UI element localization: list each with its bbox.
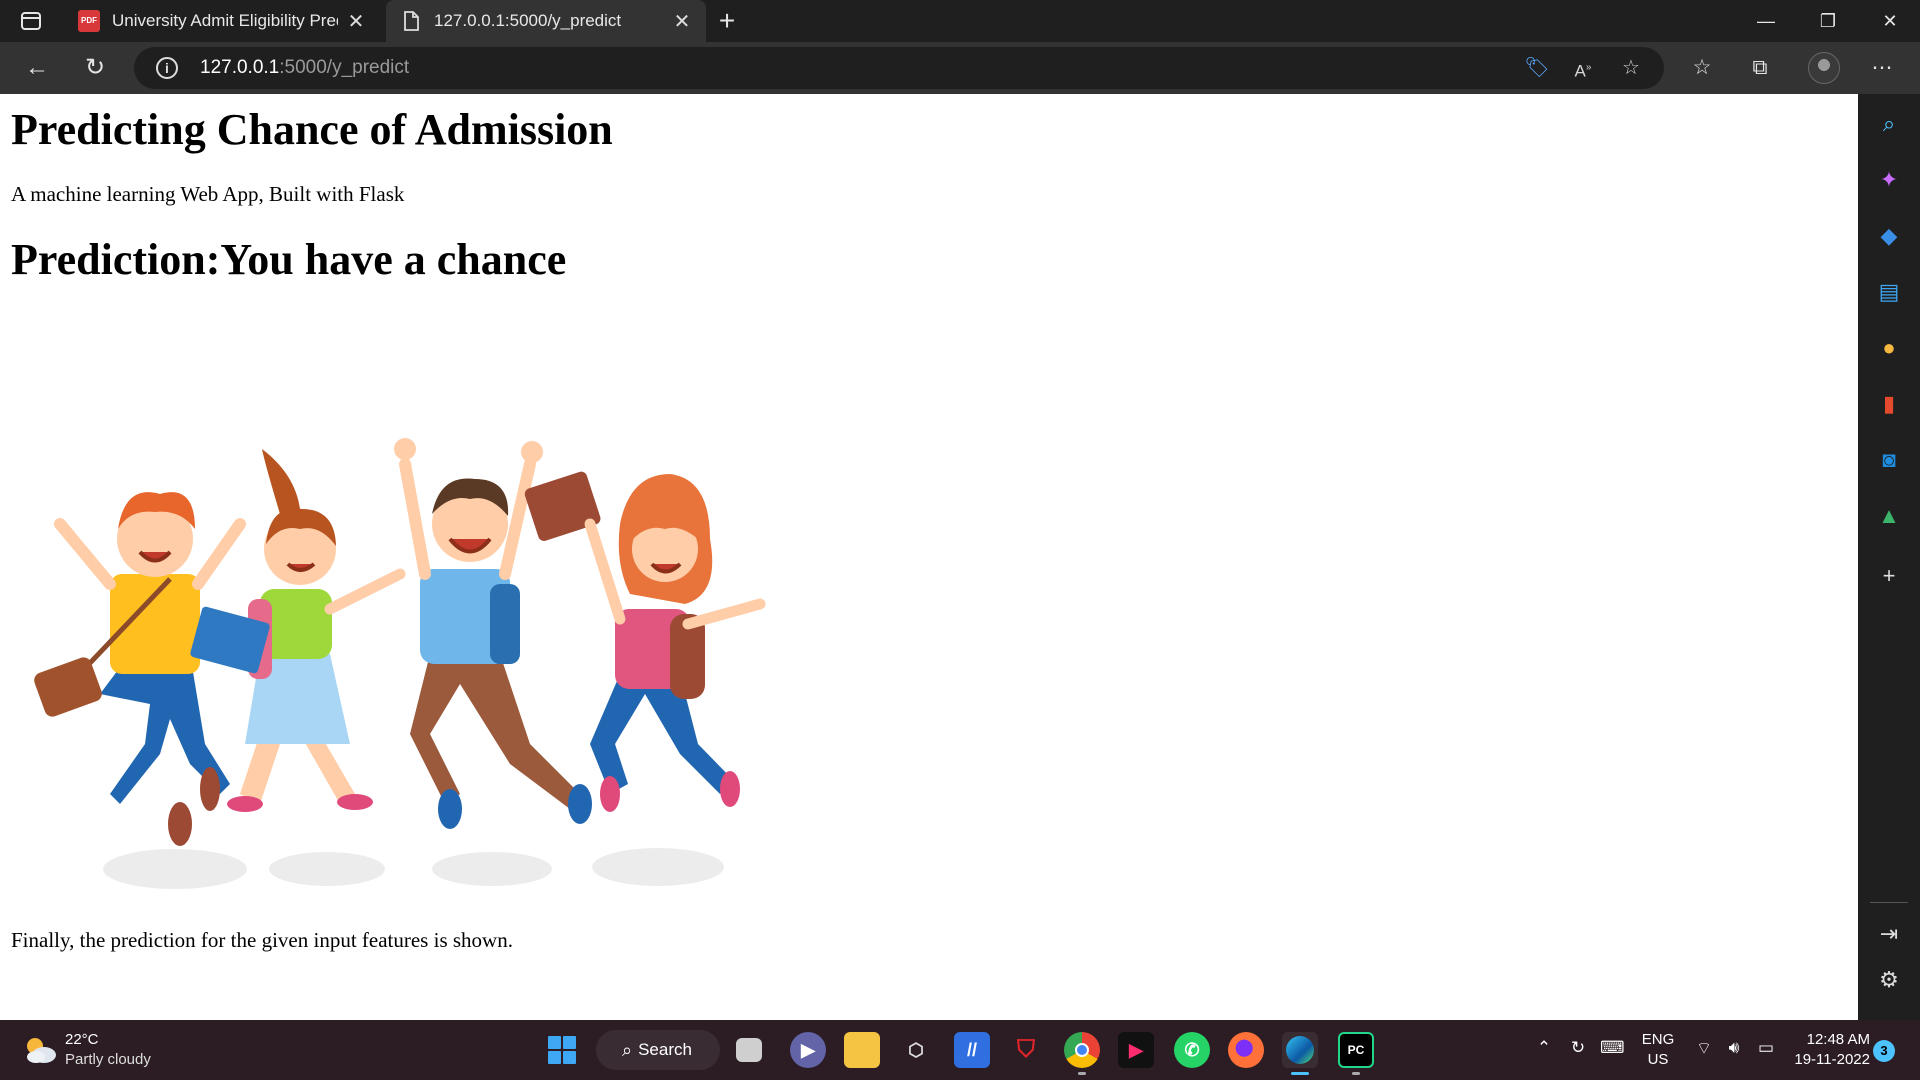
task-view-icon[interactable] (736, 1038, 762, 1062)
tab-y-predict[interactable]: 127.0.0.1:5000/y_predict ✕ (386, 0, 706, 42)
system-clock[interactable]: 12:48 AM 19-11-2022 (1790, 1030, 1870, 1070)
unity-icon[interactable]: ⬡ (898, 1032, 934, 1068)
search-icon[interactable]: ⌕ (1875, 110, 1903, 138)
prediction-result: Prediction:You have a chance (11, 235, 567, 284)
split-screen-icon[interactable]: ⇥ (1875, 920, 1903, 948)
running-indicator (1078, 1072, 1086, 1075)
file-explorer-icon[interactable] (844, 1032, 880, 1068)
pycharm-icon[interactable]: PC (1338, 1032, 1374, 1068)
copilot-icon[interactable]: ✦ (1875, 166, 1903, 194)
happy-students-illustration (34, 438, 766, 889)
show-hidden-icons[interactable]: ⌃ (1532, 1038, 1556, 1058)
tab-title: 127.0.0.1:5000/y_predict (434, 11, 622, 30)
weather-temperature[interactable]: 22°C (65, 1031, 99, 1048)
sync-icon[interactable]: ↻ (1566, 1038, 1590, 1058)
site-info-icon[interactable]: i (156, 57, 178, 79)
new-tab-icon[interactable]: + (716, 7, 738, 35)
shopping-icon[interactable]: ◆ (1875, 222, 1903, 250)
page-subtitle: A machine learning Web App, Built with F… (11, 182, 405, 206)
add-favorite-icon[interactable]: ☆ (1618, 55, 1644, 81)
refresh-icon[interactable]: ↻ (80, 53, 110, 83)
read-aloud-icon[interactable]: A» (1570, 55, 1596, 81)
tab-title: University Admit Eligibility Predic (112, 11, 338, 30)
footer-note: Finally, the prediction for the given in… (11, 928, 513, 952)
edge-sidebar: ⌕ ✦ ◆ ▤ ● ▮ ◙ ▲ + ⇥ ⚙ (1858, 94, 1920, 1020)
tab-admit-eligibility[interactable]: PDF University Admit Eligibility Predic … (64, 0, 380, 42)
add-icon[interactable]: + (1875, 562, 1903, 590)
running-indicator (1352, 1072, 1360, 1075)
start-button[interactable] (548, 1036, 576, 1064)
back-icon[interactable]: ← (22, 53, 52, 83)
tab-actions-icon[interactable] (20, 10, 42, 32)
volume-icon[interactable]: 🔊︎ (1722, 1038, 1746, 1058)
close-window-icon[interactable]: ✕ (1860, 0, 1920, 42)
minimize-icon[interactable]: — (1736, 0, 1796, 42)
taskbar-search[interactable]: ⌕ Search (596, 1030, 720, 1070)
restore-icon[interactable]: ❐ (1798, 0, 1858, 42)
keyboard-icon[interactable]: ⌨ (1600, 1038, 1625, 1058)
mcafee-icon[interactable]: ⛉ (1008, 1032, 1044, 1068)
media-player-icon[interactable]: ▶ (1118, 1032, 1154, 1068)
running-indicator (1291, 1072, 1309, 1075)
url-text[interactable]: 127.0.0.1:5000/y_predict (200, 57, 409, 79)
address-bar[interactable]: i 127.0.0.1:5000/y_predict 🏷 A» ☆ (134, 47, 1664, 89)
windows-taskbar: 22°C Partly cloudy ⌕ Search ▶ ⬡ // ⛉ ▶ ✆… (0, 1020, 1920, 1080)
browser-toolbar: ← ↻ i 127.0.0.1:5000/y_predict 🏷 A» ☆ ☆ … (0, 42, 1920, 94)
profile-avatar[interactable] (1808, 52, 1840, 84)
settings-icon[interactable]: ⚙ (1875, 966, 1903, 994)
favorites-icon[interactable]: ☆ (1688, 54, 1716, 82)
search-label: Search (638, 1040, 692, 1059)
close-icon[interactable]: ✕ (346, 9, 366, 34)
vs-code-icon[interactable]: // (954, 1032, 990, 1068)
outlook-icon[interactable]: ◙ (1875, 446, 1903, 474)
partly-cloudy-icon[interactable] (22, 1034, 58, 1066)
collections-icon[interactable]: ⧉ (1746, 54, 1774, 82)
chrome-icon[interactable] (1064, 1032, 1100, 1068)
games-icon[interactable]: ● (1875, 334, 1903, 362)
notification-badge[interactable]: 3 (1873, 1040, 1895, 1062)
battery-icon[interactable]: ▭ (1754, 1038, 1778, 1058)
teams-icon[interactable]: ▶ (790, 1032, 826, 1068)
close-icon[interactable]: ✕ (672, 9, 692, 34)
firefox-icon[interactable] (1228, 1032, 1264, 1068)
sidebar-divider (1870, 902, 1908, 903)
whatsapp-icon[interactable]: ✆ (1174, 1032, 1210, 1068)
page-title: Predicting Chance of Admission (11, 105, 613, 154)
shopping-tag-icon[interactable]: 🏷 (1524, 55, 1550, 81)
language-indicator[interactable]: ENG US (1640, 1030, 1676, 1070)
wifi-icon[interactable]: ⌔ (1692, 1038, 1716, 1059)
search-icon: ⌕ (622, 1039, 633, 1060)
pdf-icon: PDF (78, 10, 100, 32)
browser-titlebar: PDF University Admit Eligibility Predic … (0, 0, 1920, 42)
drop-icon[interactable]: ▲ (1875, 502, 1903, 530)
weather-description[interactable]: Partly cloudy (65, 1051, 151, 1068)
web-page: Predicting Chance of Admission A machine… (0, 94, 1858, 1020)
more-options-icon[interactable]: ⋯ (1868, 54, 1896, 82)
edge-icon[interactable] (1282, 1032, 1318, 1068)
office-icon[interactable]: ▮ (1875, 390, 1903, 418)
tools-icon[interactable]: ▤ (1875, 278, 1903, 306)
page-icon (400, 10, 422, 32)
